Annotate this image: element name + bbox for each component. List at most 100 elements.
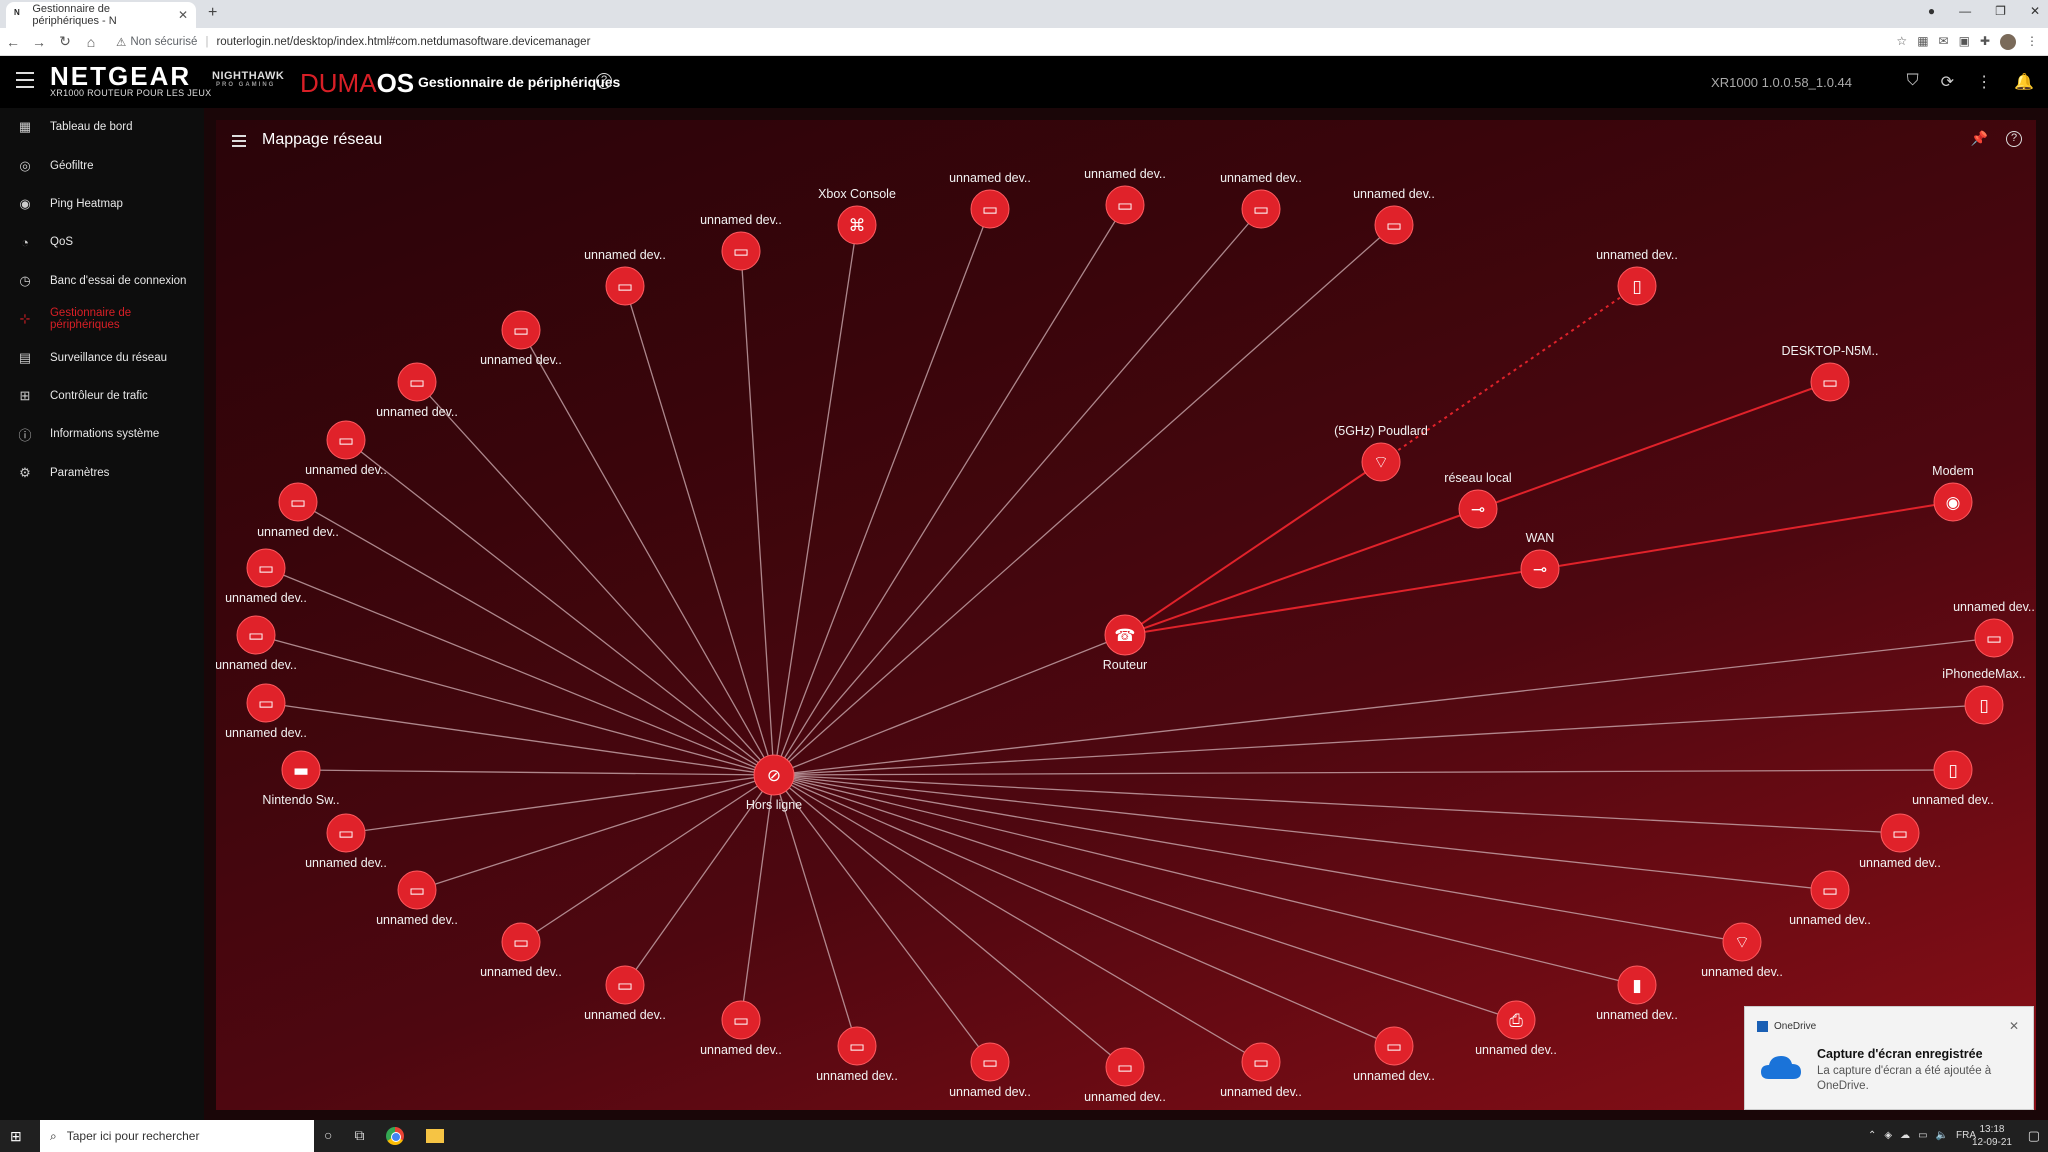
close-window-icon[interactable]: ✕ xyxy=(2030,4,2040,18)
bell-icon[interactable]: 🔔 xyxy=(2014,72,2034,92)
device-node[interactable]: ▭ unnamed dev.. xyxy=(1084,1047,1166,1104)
minimize-icon[interactable]: — xyxy=(1959,4,1971,18)
device-node[interactable]: ▭ unnamed dev.. xyxy=(305,420,387,477)
device-node[interactable]: ▭ unnamed dev.. xyxy=(216,615,297,672)
puzzle-icon[interactable]: ✚ xyxy=(1980,34,1990,50)
sidebar-item-traffic-controller[interactable]: ⊞ Contrôleur de trafic xyxy=(0,377,204,415)
more-options-icon[interactable]: ⋮ xyxy=(1976,72,1992,92)
back-icon[interactable]: ← xyxy=(0,34,26,50)
offline-link xyxy=(773,774,1395,1047)
device-node[interactable]: ▭ unnamed dev.. xyxy=(816,1026,898,1083)
sidebar-item-network-monitor[interactable]: ▤ Surveillance du réseau xyxy=(0,338,204,376)
device-node[interactable]: ▭ unnamed dev.. xyxy=(257,482,339,539)
network-icon[interactable]: ▭ xyxy=(1918,1130,1927,1141)
clock[interactable]: 13:18 12-09-21 xyxy=(1972,1123,2012,1149)
task-view-icon[interactable]: ⧉ xyxy=(354,1127,364,1145)
device-node[interactable]: ⊸ WAN xyxy=(1520,531,1560,589)
onedrive-tray-icon[interactable]: ☁ xyxy=(1900,1130,1910,1141)
avatar[interactable] xyxy=(2000,34,2016,50)
device-node[interactable]: ⌘ Xbox Console xyxy=(818,187,896,245)
device-node[interactable]: ▭ unnamed dev.. xyxy=(376,362,458,419)
hamburger-menu-icon[interactable] xyxy=(16,72,34,93)
device-node[interactable]: ▭ unnamed dev.. xyxy=(225,548,307,605)
windows-start-icon[interactable]: ⊞ xyxy=(10,1128,22,1145)
device-node[interactable]: ▭ unnamed dev.. xyxy=(480,310,562,367)
close-notification-icon[interactable]: ✕ xyxy=(2009,1019,2019,1033)
device-node[interactable]: ▭ unnamed dev.. xyxy=(1953,600,2035,658)
new-tab-button[interactable]: + xyxy=(208,4,217,22)
close-tab-icon[interactable]: ✕ xyxy=(178,8,188,22)
tray-chevron-icon[interactable]: ⌃ xyxy=(1868,1130,1876,1141)
device-node[interactable]: ▭ unnamed dev.. xyxy=(949,1042,1031,1099)
device-node[interactable]: ▭ unnamed dev.. xyxy=(584,965,666,1022)
extension-icon[interactable]: ✉ xyxy=(1939,34,1949,50)
network-map[interactable]: ▭ unnamed dev.. ▭ unnamed dev.. ▭ unnamed dev… xyxy=(216,120,2036,1110)
device-node[interactable]: ▭ unnamed dev.. xyxy=(376,870,458,927)
help-icon[interactable]: ? xyxy=(596,73,612,89)
extension-icon[interactable]: ▦ xyxy=(1917,34,1928,50)
device-node[interactable]: ▭ unnamed dev.. xyxy=(1084,167,1166,225)
onedrive-notification[interactable]: OneDrive ✕ Capture d'écran enregistrée L… xyxy=(1744,1006,2034,1110)
sidebar-item-system-info[interactable]: ⓘ Informations système xyxy=(0,415,204,453)
device-node[interactable]: ▭ unnamed dev.. xyxy=(700,213,782,271)
restore-icon[interactable]: ❐ xyxy=(1995,4,2006,18)
device-node[interactable]: ▭ unnamed dev.. xyxy=(305,813,387,870)
device-node[interactable]: ▭ unnamed dev.. xyxy=(949,171,1031,229)
card-help-icon[interactable]: ? xyxy=(2006,131,2022,147)
sidebar-item-label: Contrôleur de trafic xyxy=(50,389,148,402)
sidebar-item-qos[interactable]: ◔ QoS xyxy=(0,223,204,261)
pin-icon[interactable]: 📌 xyxy=(1971,130,1988,147)
device-node[interactable]: ▭ unnamed dev.. xyxy=(1220,171,1302,229)
device-node[interactable]: ◉ Modem xyxy=(1932,464,1974,522)
home-icon[interactable]: ⌂ xyxy=(78,34,104,50)
browser-tab[interactable]: N Gestionnaire de périphériques - N ✕ xyxy=(6,2,196,28)
sidebar-item-settings[interactable]: ⚙ Paramètres xyxy=(0,454,204,492)
sidebar-item-ping-heatmap[interactable]: ◉ Ping Heatmap xyxy=(0,185,204,223)
card-menu-icon[interactable] xyxy=(232,135,246,150)
extension-icon[interactable]: ▣ xyxy=(1959,34,1970,50)
sidebar-item-benchmark[interactable]: ◷ Banc d'essai de connexion xyxy=(0,262,204,300)
taskbar-search[interactable]: ⌕ Taper ici pour rechercher xyxy=(40,1120,314,1152)
device-node[interactable]: ▮ unnamed dev.. xyxy=(1596,965,1678,1022)
sidebar-item-device-manager[interactable]: ⊹ Gestionnaire de périphériques xyxy=(0,300,204,338)
device-node[interactable]: ⎙ unnamed dev.. xyxy=(1475,1000,1557,1057)
device-node[interactable]: ▭ unnamed dev.. xyxy=(1353,1026,1435,1083)
device-node[interactable]: ▯ unnamed dev.. xyxy=(1596,248,1678,306)
menu-dots-icon[interactable]: ⋮ xyxy=(2026,34,2038,50)
refresh-icon[interactable]: ⟳ xyxy=(1941,72,1954,92)
device-node[interactable]: ▭ unnamed dev.. xyxy=(1220,1042,1302,1099)
device-node[interactable]: ▭ unnamed dev.. xyxy=(480,922,562,979)
tray-icon[interactable]: ◈ xyxy=(1884,1130,1892,1141)
router-icon: ☎ xyxy=(1114,626,1135,646)
url-field[interactable]: ⚠ Non sécurisé | routerlogin.net/desktop… xyxy=(116,31,1876,53)
device-node[interactable]: ▬ Nintendo Sw.. xyxy=(262,750,340,807)
node-label: réseau local xyxy=(1444,471,1511,485)
device-node[interactable]: ▯ unnamed dev.. xyxy=(1912,750,1994,807)
forward-icon[interactable]: → xyxy=(26,34,52,50)
device-node[interactable]: ⌔ (5GHz) Poudlard xyxy=(1334,424,1428,482)
reload-icon[interactable]: ↻ xyxy=(52,33,78,50)
device-node[interactable]: ▭ DESKTOP-N5M.. xyxy=(1781,344,1879,402)
warning-icon: ⚠ xyxy=(116,37,127,49)
device-node[interactable]: ▭ unnamed dev.. xyxy=(700,1000,782,1057)
device-node[interactable]: ⌔ unnamed dev.. xyxy=(1701,922,1783,979)
sidebar-item-dashboard[interactable]: ▦ Tableau de bord xyxy=(0,108,204,146)
modem-icon: ◉ xyxy=(1946,493,1961,513)
device-node[interactable]: ▭ unnamed dev.. xyxy=(1859,813,1941,870)
sidebar-item-geofilter[interactable]: ◎ Géofiltre xyxy=(0,146,204,184)
volume-icon[interactable]: 🔈 xyxy=(1936,1130,1948,1141)
bookmark-star-icon[interactable]: ☆ xyxy=(1896,34,1907,50)
cortana-icon[interactable]: ○ xyxy=(324,1127,332,1145)
device-node[interactable]: ▭ unnamed dev.. xyxy=(1353,187,1435,245)
computer-icon: ▭ xyxy=(1892,824,1908,844)
device-node[interactable]: ▭ unnamed dev.. xyxy=(225,683,307,740)
device-node[interactable]: ▯ iPhonedeMax.. xyxy=(1942,667,2026,725)
action-center-icon[interactable]: ▢ xyxy=(2028,1128,2040,1144)
chrome-icon[interactable] xyxy=(386,1127,405,1145)
device-node[interactable]: ☎ Routeur xyxy=(1103,614,1147,672)
device-node[interactable]: ▭ unnamed dev.. xyxy=(1789,870,1871,927)
profile-circle-icon[interactable]: ● xyxy=(1928,4,1935,18)
file-explorer-icon[interactable] xyxy=(426,1129,445,1143)
device-node[interactable]: ▭ unnamed dev.. xyxy=(584,248,666,306)
shield-icon[interactable]: ⛉ xyxy=(1907,72,1919,92)
